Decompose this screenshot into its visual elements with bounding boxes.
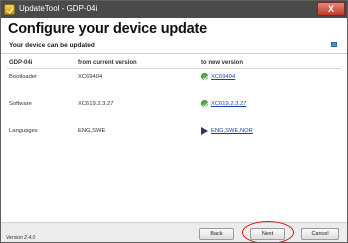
check-icon xyxy=(201,73,208,80)
header-divider xyxy=(1,53,347,54)
current-version-software: XC619.2.3.27 xyxy=(78,101,114,107)
version-label: Version 2.4.0 xyxy=(6,235,36,241)
page-subtitle: Your device can be updated xyxy=(9,42,95,49)
device-column-header: GDP-04i xyxy=(9,60,33,66)
current-version-bootloader: XC69404 xyxy=(78,74,103,80)
current-version-languages: ENG,SWE xyxy=(78,128,106,134)
app-icon xyxy=(4,4,15,15)
current-version-column-header: from current version xyxy=(78,60,137,66)
update-tool-window: UpdateTool - GDP-04i X Configure your de… xyxy=(0,0,348,243)
window-title: UpdateTool - GDP-04i xyxy=(19,4,98,13)
page-title: Configure your device update xyxy=(8,21,208,37)
cancel-button[interactable]: Cancel xyxy=(301,228,339,240)
arrow-right-icon xyxy=(201,127,208,135)
back-button[interactable]: Back xyxy=(199,228,234,240)
footer-bar xyxy=(1,222,347,242)
row-label-software: Software xyxy=(9,101,32,107)
title-bar: UpdateTool - GDP-04i X xyxy=(1,1,347,18)
header-separator xyxy=(7,68,341,69)
next-highlight-ring xyxy=(242,221,294,242)
page-header: Configure your device update Your device… xyxy=(1,18,347,53)
close-button[interactable]: X xyxy=(317,2,345,16)
new-version-link-bootloader[interactable]: XC69404 xyxy=(211,74,235,80)
check-icon xyxy=(201,100,208,107)
row-label-bootloader: Bootloader xyxy=(9,74,38,80)
new-version-column-header: to new version xyxy=(201,60,244,66)
row-label-languages: Languages xyxy=(9,128,38,134)
new-version-link-languages[interactable]: ENG,SWE,NOR xyxy=(211,128,253,134)
new-version-link-software[interactable]: XC619.2.3.27 xyxy=(211,101,246,107)
help-icon[interactable] xyxy=(331,42,337,47)
